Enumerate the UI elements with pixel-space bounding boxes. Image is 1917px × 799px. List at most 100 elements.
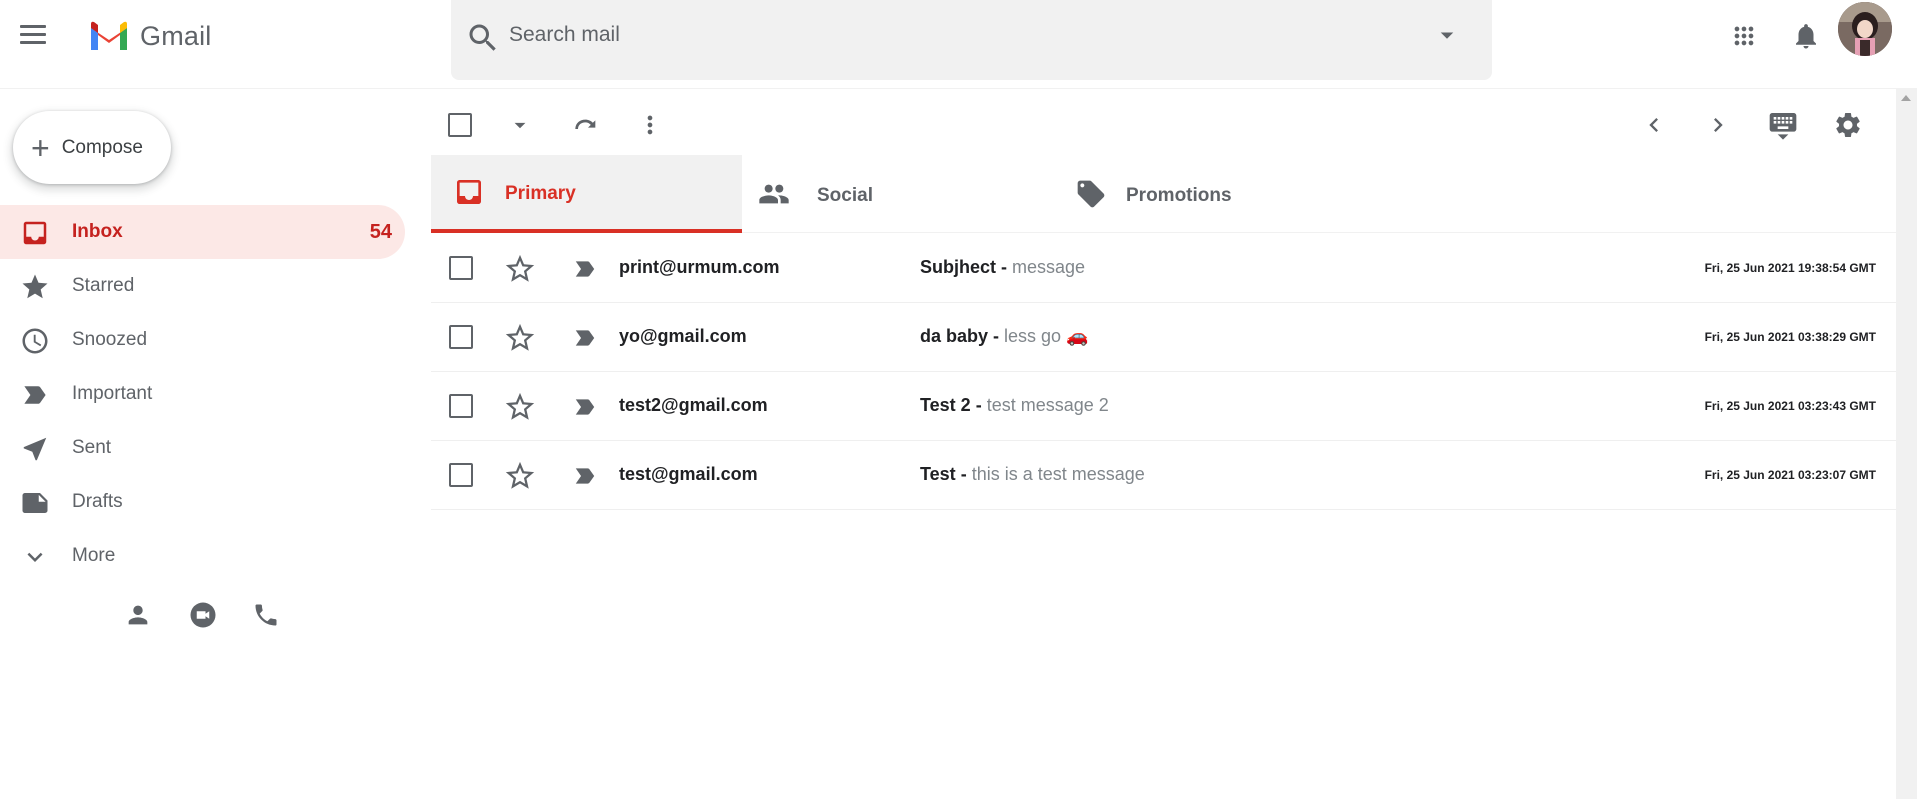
important-marker-icon[interactable] [572,325,598,351]
scroll-up-arrow-icon[interactable] [1901,95,1911,101]
search-icon[interactable] [465,20,501,56]
email-subject: Subjhect [920,257,997,277]
star-outline-icon[interactable] [503,252,537,286]
gmail-logo[interactable]: Gmail [88,17,212,55]
email-snippet: this is a test message [971,464,1145,484]
chevron-down-icon [20,542,50,572]
vertical-scrollbar[interactable] [1896,89,1917,799]
chevron-left-icon[interactable] [1635,106,1673,144]
mail-toolbar [431,96,1896,154]
email-date: Fri, 25 Jun 2021 03:38:29 GMT [1704,330,1876,344]
checkbox-box [448,113,472,137]
email-snippet: less go 🚗 [1004,326,1089,346]
email-subject: Test [920,464,956,484]
select-dropdown-icon[interactable] [501,106,539,144]
subject-separator: - [970,395,987,415]
meet-video-icon[interactable] [185,597,221,633]
hamburger-menu-icon[interactable] [14,19,50,51]
sidebar-item-label: Snoozed [72,329,148,350]
sidebar-item-inbox[interactable]: Inbox 54 [0,205,405,259]
sidebar-item-more[interactable]: More [0,529,405,583]
select-all-checkbox[interactable] [441,106,479,144]
draft-note-icon [20,488,50,518]
category-tabs: Primary Social Promotions [431,155,1896,233]
keyboard-icon[interactable] [1764,106,1802,144]
email-date: Fri, 25 Jun 2021 19:38:54 GMT [1704,261,1876,275]
email-subject: da baby [920,326,989,346]
email-row[interactable]: yo@gmail.com da baby - less go 🚗 Fri, 25… [431,303,1896,372]
top-header: Gmail [0,0,1917,89]
sidebar-item-starred[interactable]: Starred [0,259,405,313]
important-marker-icon[interactable] [572,463,598,489]
sidebar-item-label: Important [72,383,153,404]
row-checkbox[interactable] [449,256,473,280]
email-row[interactable]: print@urmum.com Subjhect - message Fri, … [431,234,1896,303]
sidebar-item-important[interactable]: Important [0,367,405,421]
email-list: print@urmum.com Subjhect - message Fri, … [431,234,1896,510]
gmail-wordmark: Gmail [140,20,212,51]
tag-icon [1075,178,1107,210]
email-snippet: message [1012,257,1086,277]
more-vert-icon[interactable] [631,106,669,144]
avatar[interactable] [1838,2,1892,56]
unread-count-badge: 54 [369,220,392,243]
tab-label: Promotions [1126,185,1232,206]
inbox-tab-icon [453,176,485,208]
notifications-bell-icon[interactable] [1786,16,1826,56]
sidebar-item-drafts[interactable]: Drafts [0,475,405,529]
sidebar-item-snoozed[interactable]: Snoozed [0,313,405,367]
search-options-dropdown-icon[interactable] [1432,20,1462,50]
subject-separator: - [996,257,1013,277]
phone-icon[interactable] [248,597,284,633]
tab-label: Social [817,185,873,206]
tab-promotions[interactable]: Promotions [1072,155,1402,233]
tab-social[interactable]: Social [742,155,1072,233]
sidebar-item-label: Sent [72,437,112,458]
important-label-icon [20,380,50,410]
sidebar-item-label: Inbox [72,221,123,242]
settings-gear-icon[interactable] [1829,106,1867,144]
inbox-icon [20,218,50,248]
subject-separator: - [955,464,972,484]
people-icon [758,178,790,210]
sidebar-item-label: Drafts [72,491,123,512]
sidebar-nav: Inbox 54 Starred Snoozed Important Sent … [0,205,405,583]
star-outline-icon[interactable] [503,459,537,493]
email-subject-line: Subjhect - message [920,257,1085,278]
tab-label: Primary [505,183,576,204]
email-date: Fri, 25 Jun 2021 03:23:07 GMT [1704,468,1876,482]
plus-icon: + [31,129,50,166]
search-bar [451,0,1492,80]
clock-icon [20,326,50,356]
row-checkbox[interactable] [449,394,473,418]
email-subject-line: da baby - less go 🚗 [920,326,1088,347]
star-outline-icon[interactable] [503,390,537,424]
sidebar-item-label: Starred [72,275,135,296]
chevron-right-icon[interactable] [1699,106,1737,144]
email-subject-line: Test 2 - test message 2 [920,395,1109,416]
email-sender: test2@gmail.com [619,395,768,415]
email-subject-line: Test - this is a test message [920,464,1145,485]
email-row[interactable]: test@gmail.com Test - this is a test mes… [431,441,1896,510]
tab-primary[interactable]: Primary [431,155,742,233]
person-icon[interactable] [120,597,156,633]
important-marker-icon[interactable] [572,256,598,282]
email-sender: test@gmail.com [619,464,758,484]
email-sender: print@urmum.com [619,257,780,277]
important-marker-icon[interactable] [572,394,598,420]
subject-separator: - [988,326,1005,346]
row-checkbox[interactable] [449,463,473,487]
star-outline-icon[interactable] [503,321,537,355]
email-subject: Test 2 [920,395,971,415]
search-input[interactable] [509,20,1409,50]
apps-grid-icon[interactable] [1724,16,1764,56]
email-row[interactable]: test2@gmail.com Test 2 - test message 2 … [431,372,1896,441]
row-checkbox[interactable] [449,325,473,349]
compose-label: Compose [61,136,144,158]
send-icon [20,434,50,464]
email-sender: yo@gmail.com [619,326,747,346]
email-snippet: test message 2 [986,395,1109,415]
compose-button[interactable]: + Compose [13,111,171,184]
refresh-icon[interactable] [567,106,605,144]
sidebar-item-sent[interactable]: Sent [0,421,405,475]
